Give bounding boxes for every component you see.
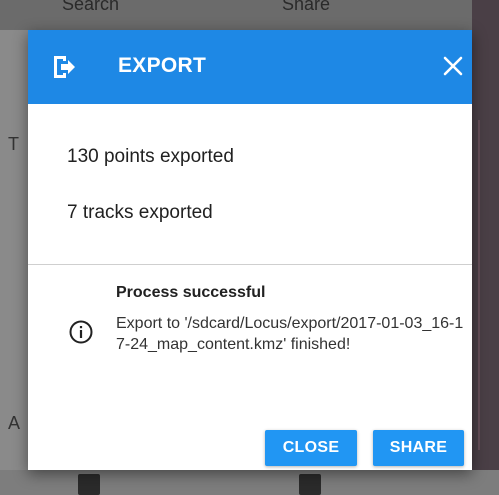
background-letter-t: T (8, 134, 19, 154)
background-letter-a: A (8, 413, 21, 433)
close-icon[interactable] (440, 53, 466, 79)
process-message: Export to '/sdcard/Locus/export/2017-01-… (116, 315, 464, 353)
close-button[interactable]: CLOSE (265, 430, 357, 466)
background-bottom-bar (0, 470, 499, 495)
points-exported-text: 130 points exported (67, 146, 234, 167)
dialog-header: EXPORT (28, 30, 472, 104)
share-button[interactable]: SHARE (373, 430, 464, 466)
info-icon (69, 320, 93, 344)
background-bottom-icon (78, 474, 100, 495)
background-toolbar: Search Share (0, 0, 499, 30)
background-share-label: Share (282, 0, 331, 14)
background-search-label: Search (62, 0, 120, 14)
divider (28, 264, 472, 265)
export-icon (54, 56, 75, 78)
dialog-title: EXPORT (118, 54, 207, 77)
tracks-exported-text: 7 tracks exported (67, 202, 213, 223)
process-status-title: Process successful (116, 284, 266, 301)
background-map-strip (472, 0, 499, 495)
export-dialog: EXPORT 130 points exported 7 tracks expo… (28, 30, 472, 470)
background-bottom-icon (299, 474, 321, 495)
